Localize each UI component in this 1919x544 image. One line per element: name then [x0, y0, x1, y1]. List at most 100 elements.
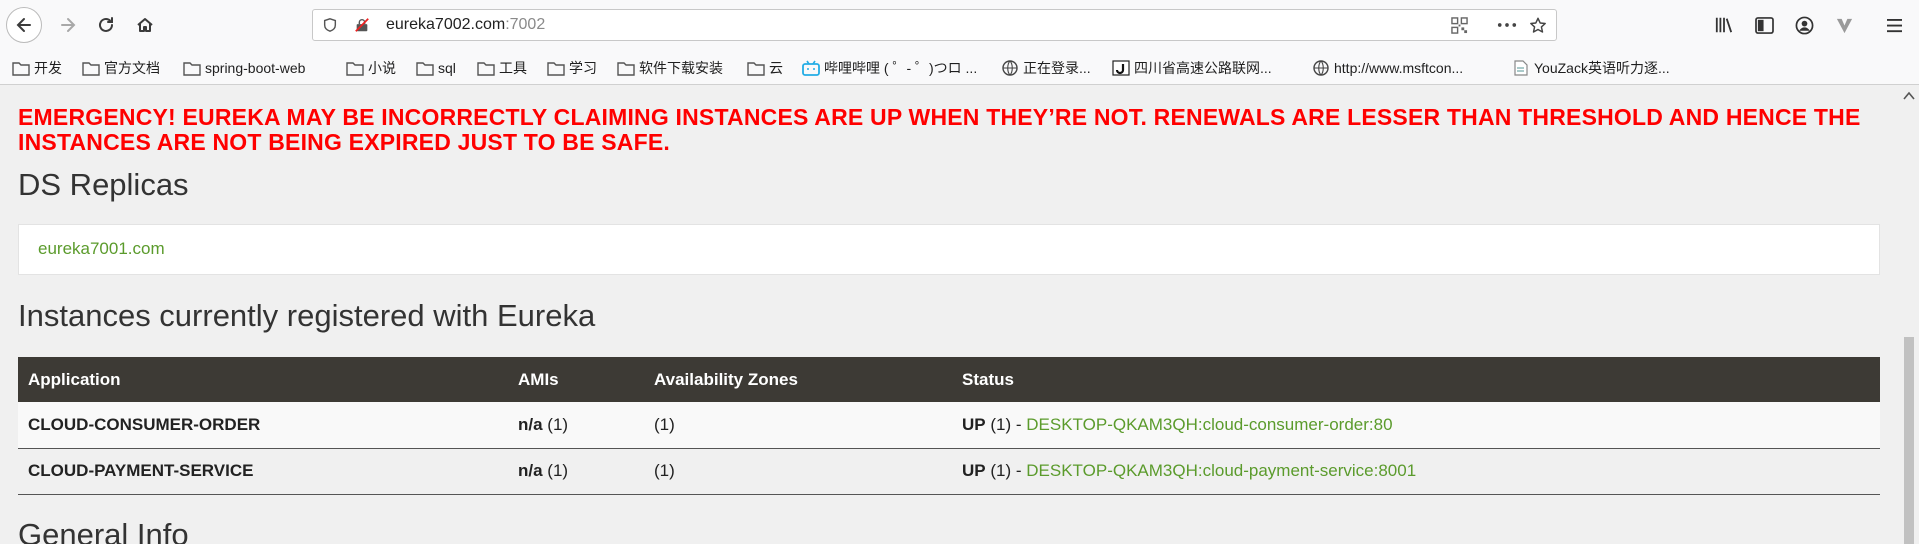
bookmark-login[interactable]: 正在登录...	[1001, 58, 1091, 78]
page-content: EMERGENCY! EUREKA MAY BE INCORRECTLY CLA…	[0, 85, 1899, 544]
ds-replicas-title: DS Replicas	[18, 167, 189, 202]
bookmark-label: YouZack英语听力逐...	[1534, 60, 1670, 76]
bookmark-sichuan[interactable]: 四川省高速公路联网...	[1112, 58, 1272, 78]
url-port: :7002	[505, 16, 546, 33]
home-icon	[137, 18, 153, 32]
scroll-up-arrow-icon[interactable]	[1903, 91, 1915, 101]
reload-button[interactable]	[90, 9, 122, 41]
bookmark-youzack[interactable]: YouZack英语听力逐...	[1512, 58, 1670, 78]
bookmark-label: 正在登录...	[1023, 60, 1091, 76]
status-cell: UP (1) - DESKTOP-QKAM3QH:cloud-payment-s…	[952, 448, 1880, 494]
column-header: AMIs	[518, 369, 559, 389]
scrollbar-thumb[interactable]	[1904, 337, 1914, 544]
arrow-right-icon	[61, 18, 76, 32]
bookmark-label: http://www.msftcon...	[1334, 60, 1464, 76]
bookmark-folder[interactable]: 工具	[477, 58, 527, 78]
zones-cell: (1)	[654, 461, 675, 480]
bookmark-label: 学习	[569, 60, 597, 76]
account-icon[interactable]	[1793, 14, 1815, 36]
j-logo-icon	[1112, 60, 1130, 76]
bookmark-folder[interactable]: 开发	[12, 58, 62, 78]
bookmark-label: 软件下载安装	[639, 60, 723, 76]
folder-icon	[747, 62, 765, 76]
url-host: eureka7002.com	[386, 16, 506, 33]
bookmark-folder[interactable]: 官方文档	[82, 58, 160, 78]
home-button[interactable]	[129, 9, 161, 41]
status-cell: UP (1) - DESKTOP-QKAM3QH:cloud-consumer-…	[952, 402, 1880, 448]
bookmark-label: spring-boot-web	[205, 60, 306, 76]
column-header: Application	[28, 369, 121, 389]
column-header: Status	[962, 369, 1014, 389]
table-row: CLOUD-CONSUMER-ORDER n/a (1) (1) UP (1) …	[18, 402, 1880, 448]
ami-cell: n/a (1)	[508, 402, 644, 448]
emergency-warning: EMERGENCY! EUREKA MAY BE INCORRECTLY CLA…	[18, 104, 1861, 155]
folder-icon	[346, 62, 364, 76]
star-bookmark-icon[interactable]	[1529, 16, 1547, 34]
bookmark-folder[interactable]: sql	[416, 58, 456, 78]
forward-button[interactable]	[52, 9, 84, 41]
folder-icon	[416, 62, 434, 76]
library-icon[interactable]	[1713, 14, 1735, 36]
application-cell: CLOUD-CONSUMER-ORDER	[28, 414, 261, 434]
folder-icon	[477, 62, 495, 76]
general-info-title: General Info	[18, 517, 189, 544]
vertical-scrollbar[interactable]	[1899, 85, 1919, 544]
status-value: UP	[962, 461, 986, 480]
folder-icon	[12, 62, 30, 76]
folder-icon	[82, 62, 100, 76]
insecure-lock-icon[interactable]	[353, 16, 371, 34]
bookmark-bilibili[interactable]: 哔哩哔哩 ( ゜- ゜)つロ ...	[802, 58, 977, 78]
bookmark-label: 小说	[368, 60, 396, 76]
table-header-row: Application AMIs Availability Zones Stat…	[18, 357, 1880, 402]
instance-link[interactable]: DESKTOP-QKAM3QH:cloud-consumer-order:80	[1026, 415, 1392, 434]
bookmark-label: 官方文档	[104, 60, 160, 76]
bookmark-label: 云	[769, 60, 783, 76]
qr-code-icon[interactable]	[1450, 16, 1468, 34]
instances-table: Application AMIs Availability Zones Stat…	[18, 357, 1880, 495]
page-actions-icon[interactable]	[1496, 16, 1518, 34]
bookmark-folder[interactable]: 云	[747, 58, 783, 78]
bookmark-label: 工具	[499, 60, 527, 76]
reload-icon	[99, 17, 113, 32]
zones-cell: (1)	[654, 414, 675, 434]
bookmark-label: 开发	[34, 60, 62, 76]
folder-icon	[547, 62, 565, 76]
application-cell: CLOUD-PAYMENT-SERVICE	[28, 461, 254, 480]
address-bar[interactable]: eureka7002.com:7002	[312, 9, 1557, 41]
bookmark-folder[interactable]: spring-boot-web	[183, 58, 305, 78]
status-count: (1) -	[990, 414, 1022, 434]
status-value: UP	[962, 414, 986, 434]
bookmark-folder[interactable]: 学习	[547, 58, 597, 78]
column-header: Availability Zones	[654, 369, 798, 389]
folder-icon	[617, 62, 635, 76]
ami-count: (1)	[547, 414, 569, 434]
bookmark-msftcon[interactable]: http://www.msftcon...	[1312, 58, 1463, 78]
instance-link[interactable]: DESKTOP-QKAM3QH:cloud-payment-service:80…	[1026, 461, 1416, 480]
menu-icon[interactable]	[1883, 14, 1905, 36]
shield-icon[interactable]	[321, 16, 339, 34]
vivaldi-extension-icon[interactable]	[1833, 14, 1855, 36]
ami-value: n/a	[518, 414, 543, 434]
bookmark-label: 哔哩哔哩 ( ゜- ゜)つロ ...	[824, 60, 978, 76]
bookmark-folder[interactable]: 软件下载安装	[617, 58, 723, 78]
browser-toolbar: eureka7002.com:7002	[0, 0, 1919, 50]
ami-cell: n/a (1)	[508, 448, 644, 494]
replica-list: eureka7001.com	[18, 224, 1880, 275]
replica-link[interactable]: eureka7001.com	[38, 239, 165, 259]
table-row: CLOUD-PAYMENT-SERVICE n/a (1) (1) UP (1)…	[18, 448, 1880, 494]
arrow-left-icon	[16, 18, 31, 32]
url-text[interactable]: eureka7002.com:7002	[386, 16, 545, 34]
sidebar-icon[interactable]	[1753, 14, 1775, 36]
bookmark-label: 四川省高速公路联网...	[1134, 60, 1272, 76]
document-icon	[1514, 60, 1528, 76]
ami-value: n/a	[518, 461, 543, 480]
globe-icon	[1002, 60, 1018, 76]
instances-title: Instances currently registered with Eure…	[18, 298, 596, 333]
back-button[interactable]	[6, 7, 42, 43]
folder-icon	[183, 62, 201, 76]
bookmarks-bar: 开发 官方文档 spring-boot-web 小说 sql 工具 学习 软件下…	[0, 50, 1919, 85]
globe-icon	[1313, 60, 1329, 76]
bookmark-folder[interactable]: 小说	[346, 58, 396, 78]
status-count: (1) -	[990, 461, 1022, 480]
ami-count: (1)	[547, 461, 569, 480]
